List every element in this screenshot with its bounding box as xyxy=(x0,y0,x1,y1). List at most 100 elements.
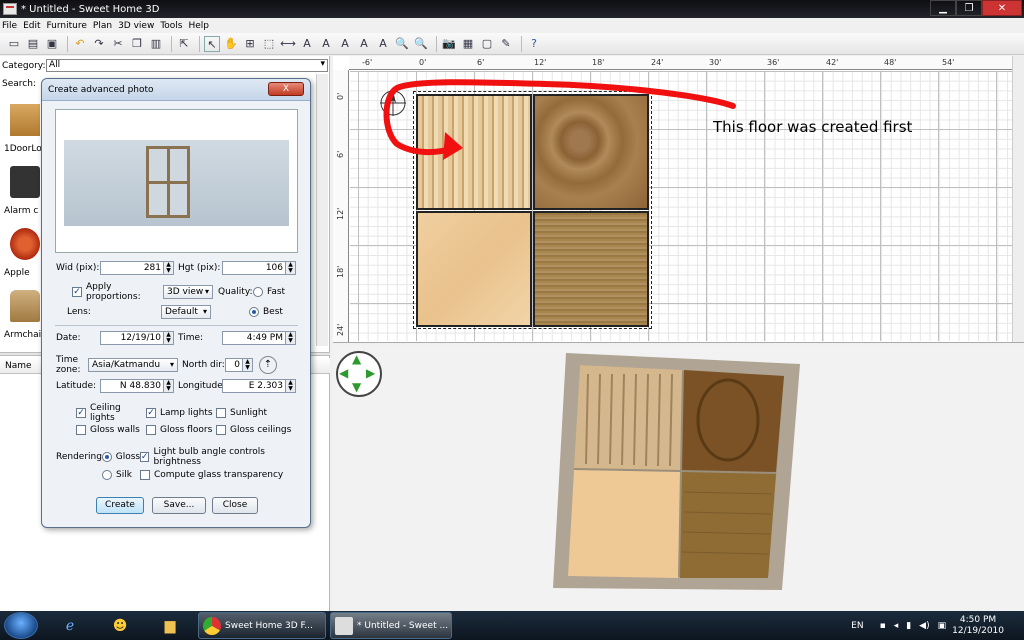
new-icon[interactable]: ▭ xyxy=(6,36,22,52)
plan-scrollbar[interactable] xyxy=(1012,56,1024,342)
zoom-out-icon[interactable]: 🔍 xyxy=(413,36,429,52)
pan-icon[interactable]: ✋ xyxy=(223,36,239,52)
category-select[interactable]: All xyxy=(46,59,328,72)
create-photo-icon[interactable]: 📷 xyxy=(441,36,457,52)
minimize-button[interactable]: ▁ xyxy=(930,0,956,16)
longitude-input[interactable]: E 2.303 xyxy=(222,379,286,393)
catalog-item[interactable]: Armchai xyxy=(2,290,42,348)
preferences-icon[interactable]: ▢ xyxy=(479,36,495,52)
menu-file[interactable]: File xyxy=(2,21,17,31)
paste-icon[interactable]: ▥ xyxy=(148,36,164,52)
apply-proportions-checkbox[interactable]: ✓ xyxy=(72,287,82,297)
menu-tools[interactable]: Tools xyxy=(160,21,182,31)
redo-icon[interactable]: ↷ xyxy=(91,36,107,52)
apply-proportions-label: Apply proportions: xyxy=(86,282,141,302)
add-furniture-icon[interactable]: ⇱ xyxy=(176,36,192,52)
add-text-icon[interactable]: A xyxy=(299,36,315,52)
height-input[interactable]: 106 xyxy=(222,261,286,275)
catalog-item[interactable]: 1DoorLo xyxy=(2,104,42,162)
navigation-arrows-icon[interactable]: ▲ ▼ ◀ ▶ xyxy=(336,351,382,397)
ie-icon[interactable]: ℯ xyxy=(56,615,84,637)
ceiling-lights-checkbox[interactable]: ✓ xyxy=(76,408,86,418)
quality-fast-radio[interactable] xyxy=(253,287,263,297)
proportions-select[interactable]: 3D view xyxy=(163,285,213,299)
taskbar-chrome-window[interactable]: Sweet Home 3D F... xyxy=(198,612,326,639)
create-dimensions-icon[interactable]: ⟷ xyxy=(280,36,296,52)
latitude-label: Latitude: xyxy=(56,381,97,391)
dialog-close-button[interactable]: X xyxy=(268,82,304,96)
window-close-button[interactable]: ✕ xyxy=(982,0,1022,16)
copy-icon[interactable]: ❐ xyxy=(129,36,145,52)
lens-select[interactable]: Default xyxy=(161,305,211,319)
menu-plan[interactable]: Plan xyxy=(93,21,112,31)
catalog-item[interactable]: Apple xyxy=(2,228,42,286)
timezone-select[interactable]: Asia/Katmandu xyxy=(88,358,178,372)
time-spinner[interactable]: ▲ ▼ xyxy=(286,331,296,345)
date-label: Date: xyxy=(56,333,81,343)
undo-icon[interactable]: ↶ xyxy=(72,36,88,52)
sunlight-checkbox[interactable] xyxy=(216,408,226,418)
zoom-in-text-icon[interactable]: A xyxy=(318,36,334,52)
glass-transparency-checkbox[interactable] xyxy=(140,470,150,480)
gloss-ceilings-checkbox[interactable] xyxy=(216,425,226,435)
messenger-icon[interactable]: ☻ xyxy=(106,615,134,637)
tray-icon[interactable]: ◂ xyxy=(894,621,899,631)
longitude-spinner[interactable]: ▲ ▼ xyxy=(286,379,296,393)
latitude-spinner[interactable]: ▲ ▼ xyxy=(164,379,174,393)
restore-button[interactable]: ❐ xyxy=(956,0,982,16)
network-icon[interactable]: ▮ xyxy=(906,621,911,631)
gloss-walls-checkbox[interactable] xyxy=(76,425,86,435)
menu-furniture[interactable]: Furniture xyxy=(47,21,87,31)
catalog-scrollbar[interactable] xyxy=(316,74,328,346)
height-spinner[interactable]: ▲ ▼ xyxy=(286,261,296,275)
start-button[interactable] xyxy=(4,612,38,639)
create-button[interactable]: Create xyxy=(96,497,144,514)
date-spinner[interactable]: ▲ ▼ xyxy=(164,331,174,345)
rendering-silk-radio[interactable] xyxy=(102,470,112,480)
menu-3d-view[interactable]: 3D view xyxy=(118,21,154,31)
time-input[interactable]: 4:49 PM xyxy=(222,331,286,345)
language-indicator[interactable]: EN xyxy=(851,621,863,631)
decrease-text-icon[interactable]: A xyxy=(375,36,391,52)
clock-date: 12/19/2010 xyxy=(952,625,1004,636)
close-button[interactable]: Close xyxy=(212,497,258,514)
taskbar-sweethome-window[interactable]: * Untitled - Sweet ... xyxy=(330,612,452,639)
zoom-out-text-icon[interactable]: A xyxy=(337,36,353,52)
north-direction-label: North dir: xyxy=(182,360,225,370)
save-button[interactable]: Save... xyxy=(152,497,206,514)
date-input[interactable]: 12/19/10 xyxy=(100,331,164,345)
quality-best-radio[interactable] xyxy=(249,307,259,317)
clock[interactable]: 4:50 PM 12/19/2010 xyxy=(952,615,1004,637)
zoom-in-icon[interactable]: 🔍 xyxy=(394,36,410,52)
3d-view[interactable]: ▲ ▼ ◀ ▶ xyxy=(333,345,1024,611)
width-spinner[interactable]: ▲ ▼ xyxy=(164,261,174,275)
help-icon[interactable]: ? xyxy=(526,36,542,52)
title-bar: * Untitled - Sweet Home 3D ▁ ❐ ✕ xyxy=(0,0,1024,18)
task-label: Sweet Home 3D F... xyxy=(225,620,313,631)
lamp-lights-checkbox[interactable]: ✓ xyxy=(146,408,156,418)
north-direction-input[interactable]: 0 xyxy=(225,358,243,372)
increase-text-icon[interactable]: A xyxy=(356,36,372,52)
select-icon[interactable]: ↖ xyxy=(204,35,220,52)
menu-edit[interactable]: Edit xyxy=(23,21,40,31)
create-video-icon[interactable]: ▦ xyxy=(460,36,476,52)
tray-icon[interactable]: ▪ xyxy=(880,621,886,631)
cut-icon[interactable]: ✂ xyxy=(110,36,126,52)
open-icon[interactable]: ▤ xyxy=(25,36,41,52)
gloss-floors-checkbox[interactable] xyxy=(146,425,156,435)
menu-help[interactable]: Help xyxy=(189,21,210,31)
north-direction-spinner[interactable]: ▲ ▼ xyxy=(243,358,253,372)
volume-icon[interactable]: ◀) xyxy=(919,621,929,631)
separator xyxy=(55,325,298,326)
rendering-gloss-radio[interactable] xyxy=(102,452,112,462)
modify-icon[interactable]: ✎ xyxy=(498,36,514,52)
tray-icon[interactable]: ▣ xyxy=(938,621,947,631)
create-walls-icon[interactable]: ⊞ xyxy=(242,36,258,52)
latitude-input[interactable]: N 48.830 xyxy=(100,379,164,393)
folder-icon[interactable]: ▆ xyxy=(156,615,184,637)
light-bulb-angle-checkbox[interactable]: ✓ xyxy=(139,452,150,462)
create-rooms-icon[interactable]: ⬚ xyxy=(261,36,277,52)
width-input[interactable]: 281 xyxy=(100,261,164,275)
catalog-item[interactable]: Alarm c xyxy=(2,166,42,224)
save-icon[interactable]: ▣ xyxy=(44,36,60,52)
